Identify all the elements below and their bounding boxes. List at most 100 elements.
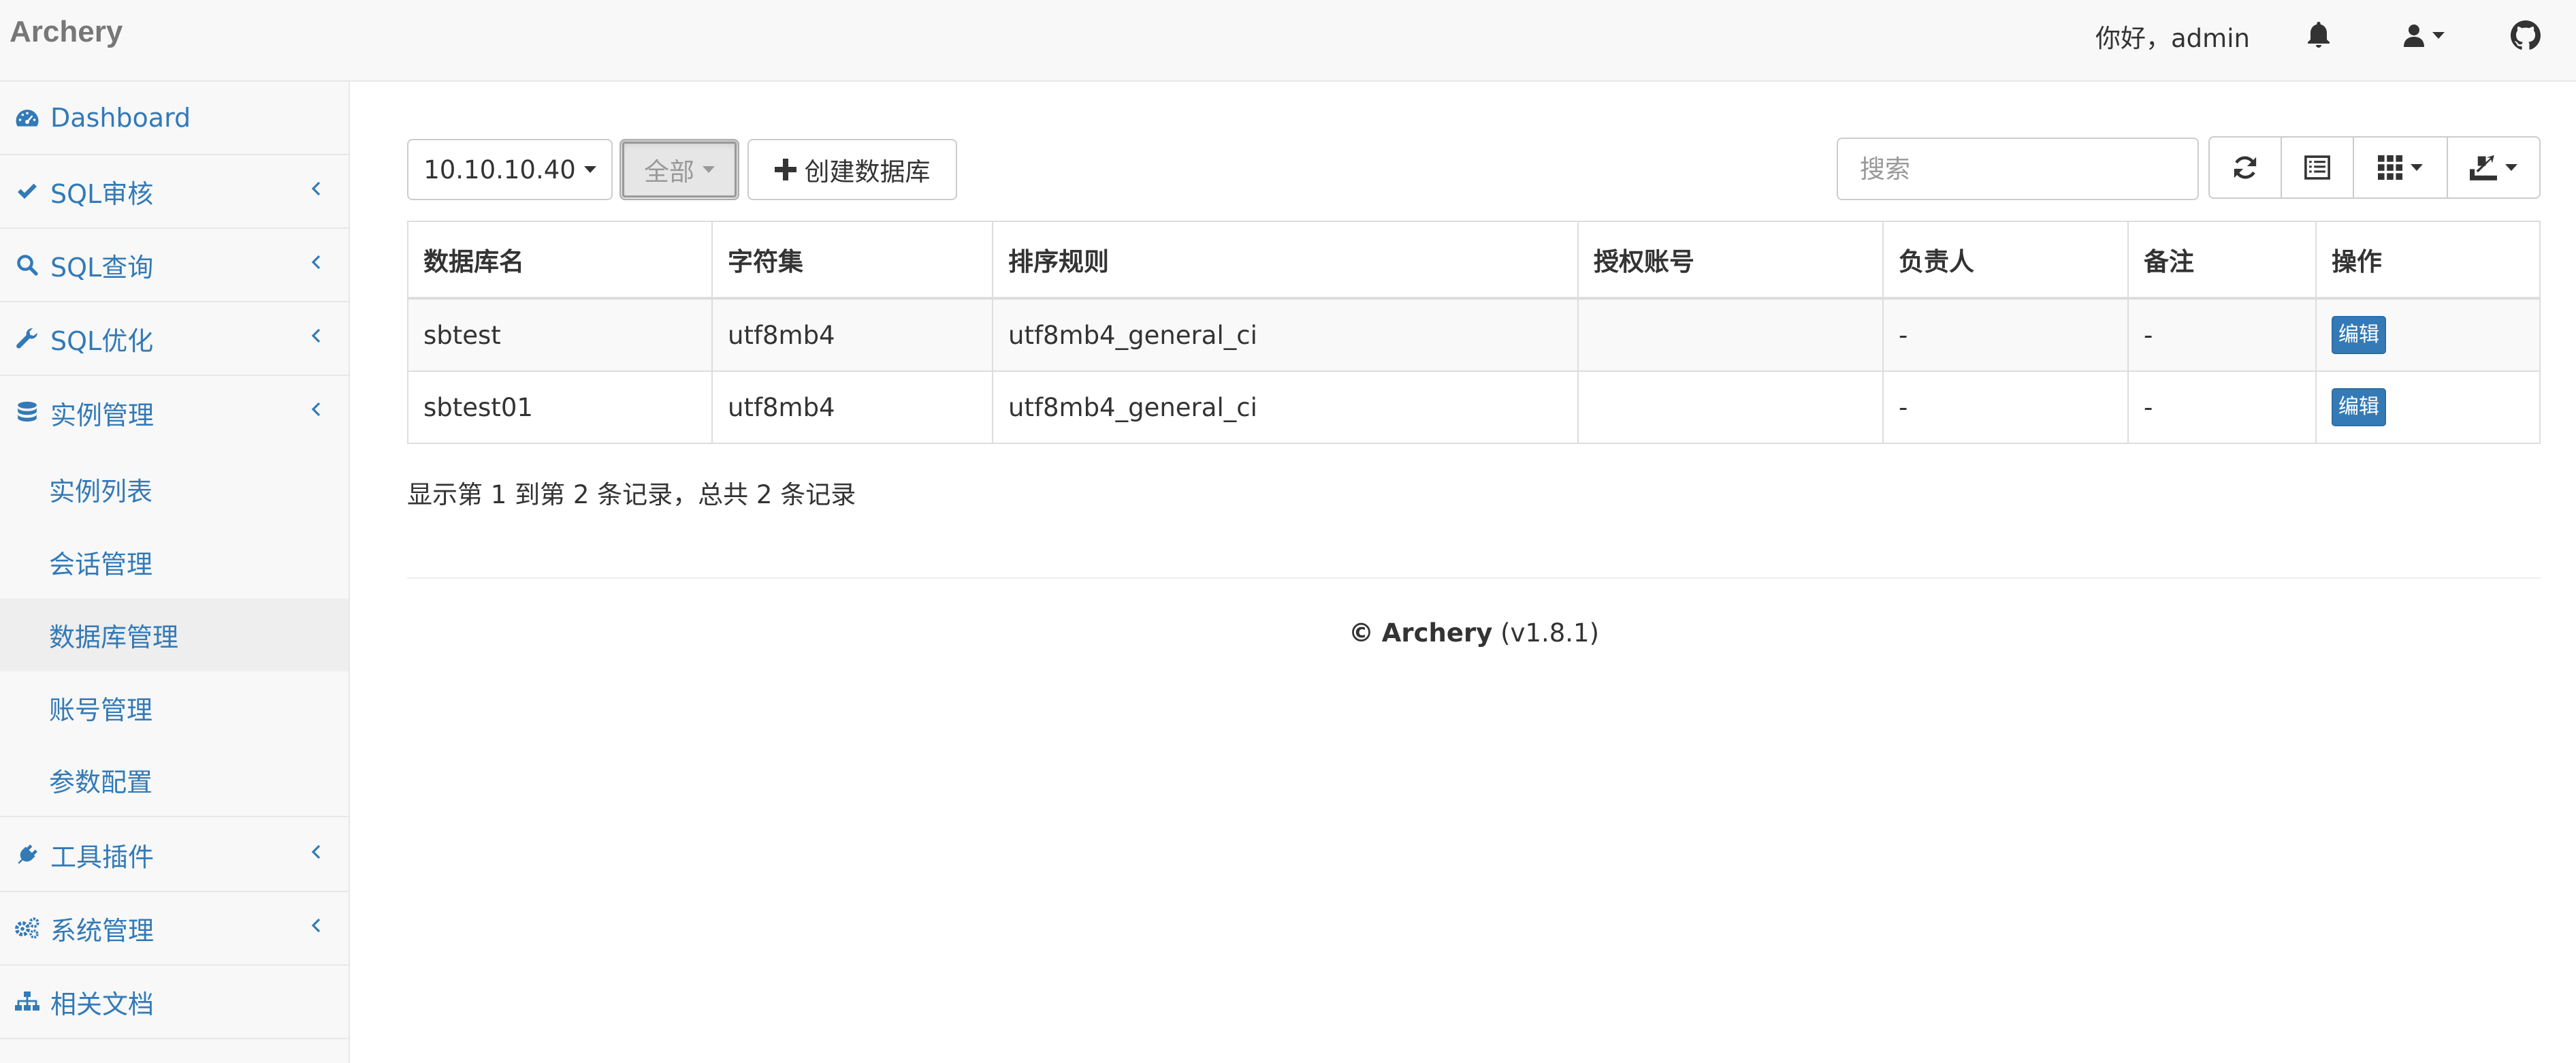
sidebar-item-label: Dashboard	[50, 103, 191, 133]
plug-icon	[14, 841, 41, 868]
footer-version: (v1.8.1)	[1500, 618, 1600, 648]
toggle-view-button[interactable]	[2281, 136, 2354, 199]
sidebar-item-sql-query[interactable]: SQL查询	[0, 229, 349, 302]
chevron-down-icon	[2505, 164, 2517, 171]
th-icon	[2378, 155, 2402, 180]
plus-icon	[774, 159, 796, 180]
copyright-symbol: ©	[1348, 618, 1374, 648]
refresh-icon	[2234, 156, 2257, 179]
column-header-remark[interactable]: 备注	[2127, 222, 2316, 300]
sidebar-item-label: 系统管理	[50, 915, 155, 946]
table-row: sbtest utf8mb4 utf8mb4_general_ci - - 编辑	[408, 298, 2539, 371]
user-menu-button[interactable]	[2394, 19, 2455, 52]
filter-select[interactable]: 全部	[619, 139, 739, 200]
sidebar-item-label: SQL优化	[50, 326, 154, 356]
cell-grant-accounts	[1577, 370, 1883, 443]
chevron-down-icon	[2432, 32, 2445, 39]
column-header-action: 操作	[2315, 222, 2539, 300]
user-greeting: 你好，admin	[2095, 24, 2250, 53]
search-input[interactable]	[1837, 138, 2199, 200]
cell-db-name: sbtest	[408, 298, 712, 371]
chevron-left-icon	[311, 328, 321, 343]
cell-collation: utf8mb4_general_ci	[992, 370, 1578, 443]
cell-action: 编辑	[2315, 298, 2539, 371]
chevron-left-icon	[311, 844, 321, 859]
create-database-button[interactable]: 创建数据库	[747, 139, 957, 200]
cell-owner: -	[1882, 298, 2128, 371]
sidebar-item-label: 相关文档	[50, 989, 155, 1019]
cell-charset: utf8mb4	[711, 298, 993, 371]
table-row: sbtest01 utf8mb4 utf8mb4_general_ci - - …	[408, 370, 2539, 443]
sidebar-item-label: SQL审核	[50, 178, 154, 209]
footer-divider	[407, 577, 2541, 579]
brand-logo[interactable]: Archery	[10, 15, 123, 49]
user-icon	[2404, 25, 2424, 47]
check-icon	[14, 178, 41, 205]
table-tools-group	[2208, 136, 2541, 199]
sidebar-item-system-manage[interactable]: 系统管理	[0, 892, 349, 966]
github-icon[interactable]	[2509, 19, 2542, 52]
edit-button[interactable]: 编辑	[2332, 316, 2386, 354]
dashboard-icon	[14, 104, 41, 131]
list-alt-icon	[2304, 155, 2330, 180]
cell-charset: utf8mb4	[711, 370, 993, 443]
sidebar-item-sql-review[interactable]: SQL审核	[0, 155, 349, 229]
sidebar-subitem-label: 会话管理	[49, 550, 153, 580]
sidebar-item-dashboard[interactable]: Dashboard	[0, 82, 349, 155]
filter-select-value: 全部	[644, 157, 694, 187]
cogs-icon	[14, 915, 41, 942]
sidebar: Dashboard SQL审核 SQL查询 SQL优化 实例管理 实例列表 会话…	[0, 82, 350, 1063]
sidebar-subitem-label: 参数配置	[49, 767, 153, 797]
column-header-db-name[interactable]: 数据库名	[408, 222, 712, 300]
column-header-collation[interactable]: 排序规则	[992, 222, 1578, 300]
wrench-icon	[14, 325, 41, 352]
chevron-left-icon	[311, 255, 321, 270]
chevron-left-icon	[311, 181, 321, 196]
column-header-owner[interactable]: 负责人	[1882, 222, 2128, 300]
export-button[interactable]	[2447, 136, 2541, 199]
cell-action: 编辑	[2315, 370, 2539, 443]
cell-remark: -	[2127, 298, 2316, 371]
cell-owner: -	[1882, 370, 2128, 443]
footer: © Archery (v1.8.1)	[0, 618, 2576, 648]
sidebar-subitem-account-manage[interactable]: 账号管理	[0, 671, 349, 744]
sidebar-subitem-session-manage[interactable]: 会话管理	[0, 526, 349, 599]
search-icon	[14, 251, 41, 279]
database-icon	[14, 399, 41, 426]
sidebar-subitem-param-config[interactable]: 参数配置	[0, 744, 349, 817]
cell-grant-accounts	[1577, 298, 1883, 371]
sidebar-subitem-label: 账号管理	[49, 695, 153, 725]
bell-icon[interactable]	[2302, 19, 2335, 52]
cell-collation: utf8mb4_general_ci	[992, 298, 1578, 371]
top-navbar: Archery 你好，admin	[0, 0, 2576, 82]
chevron-left-icon	[311, 918, 321, 933]
sidebar-item-docs[interactable]: 相关文档	[0, 966, 349, 1039]
sidebar-item-label: SQL查询	[50, 252, 154, 283]
cell-remark: -	[2127, 370, 2316, 443]
refresh-button[interactable]	[2208, 136, 2282, 199]
footer-brand: Archery	[1381, 618, 1493, 648]
sitemap-icon	[14, 988, 41, 1015]
sidebar-subitem-instance-list[interactable]: 实例列表	[0, 453, 349, 526]
export-icon	[2470, 155, 2497, 180]
cell-db-name: sbtest01	[408, 370, 712, 443]
sidebar-item-sql-optimize[interactable]: SQL优化	[0, 302, 349, 376]
chevron-down-icon	[2411, 164, 2423, 171]
column-header-charset[interactable]: 字符集	[711, 222, 993, 300]
database-table: 数据库名 字符集 排序规则 授权账号 负责人 备注 操作 sbtest utf8…	[407, 221, 2541, 444]
chevron-down-icon	[703, 166, 715, 173]
create-database-label: 创建数据库	[804, 157, 931, 187]
sidebar-item-label: 工具插件	[50, 842, 155, 872]
instance-select-value: 10.10.10.40	[423, 155, 576, 185]
instance-select[interactable]: 10.10.10.40	[407, 139, 613, 200]
chevron-down-icon	[583, 166, 596, 173]
pagination-info: 显示第 1 到第 2 条记录，总共 2 条记录	[407, 480, 856, 509]
edit-button[interactable]: 编辑	[2332, 388, 2386, 426]
sidebar-item-instance-manage[interactable]: 实例管理	[0, 376, 349, 449]
column-header-grant-accounts[interactable]: 授权账号	[1577, 222, 1883, 300]
sidebar-subitem-label: 实例列表	[49, 477, 153, 507]
chevron-left-icon	[311, 402, 321, 417]
sidebar-item-tools[interactable]: 工具插件	[0, 819, 349, 892]
sidebar-item-label: 实例管理	[50, 400, 155, 430]
columns-button[interactable]	[2353, 136, 2448, 199]
